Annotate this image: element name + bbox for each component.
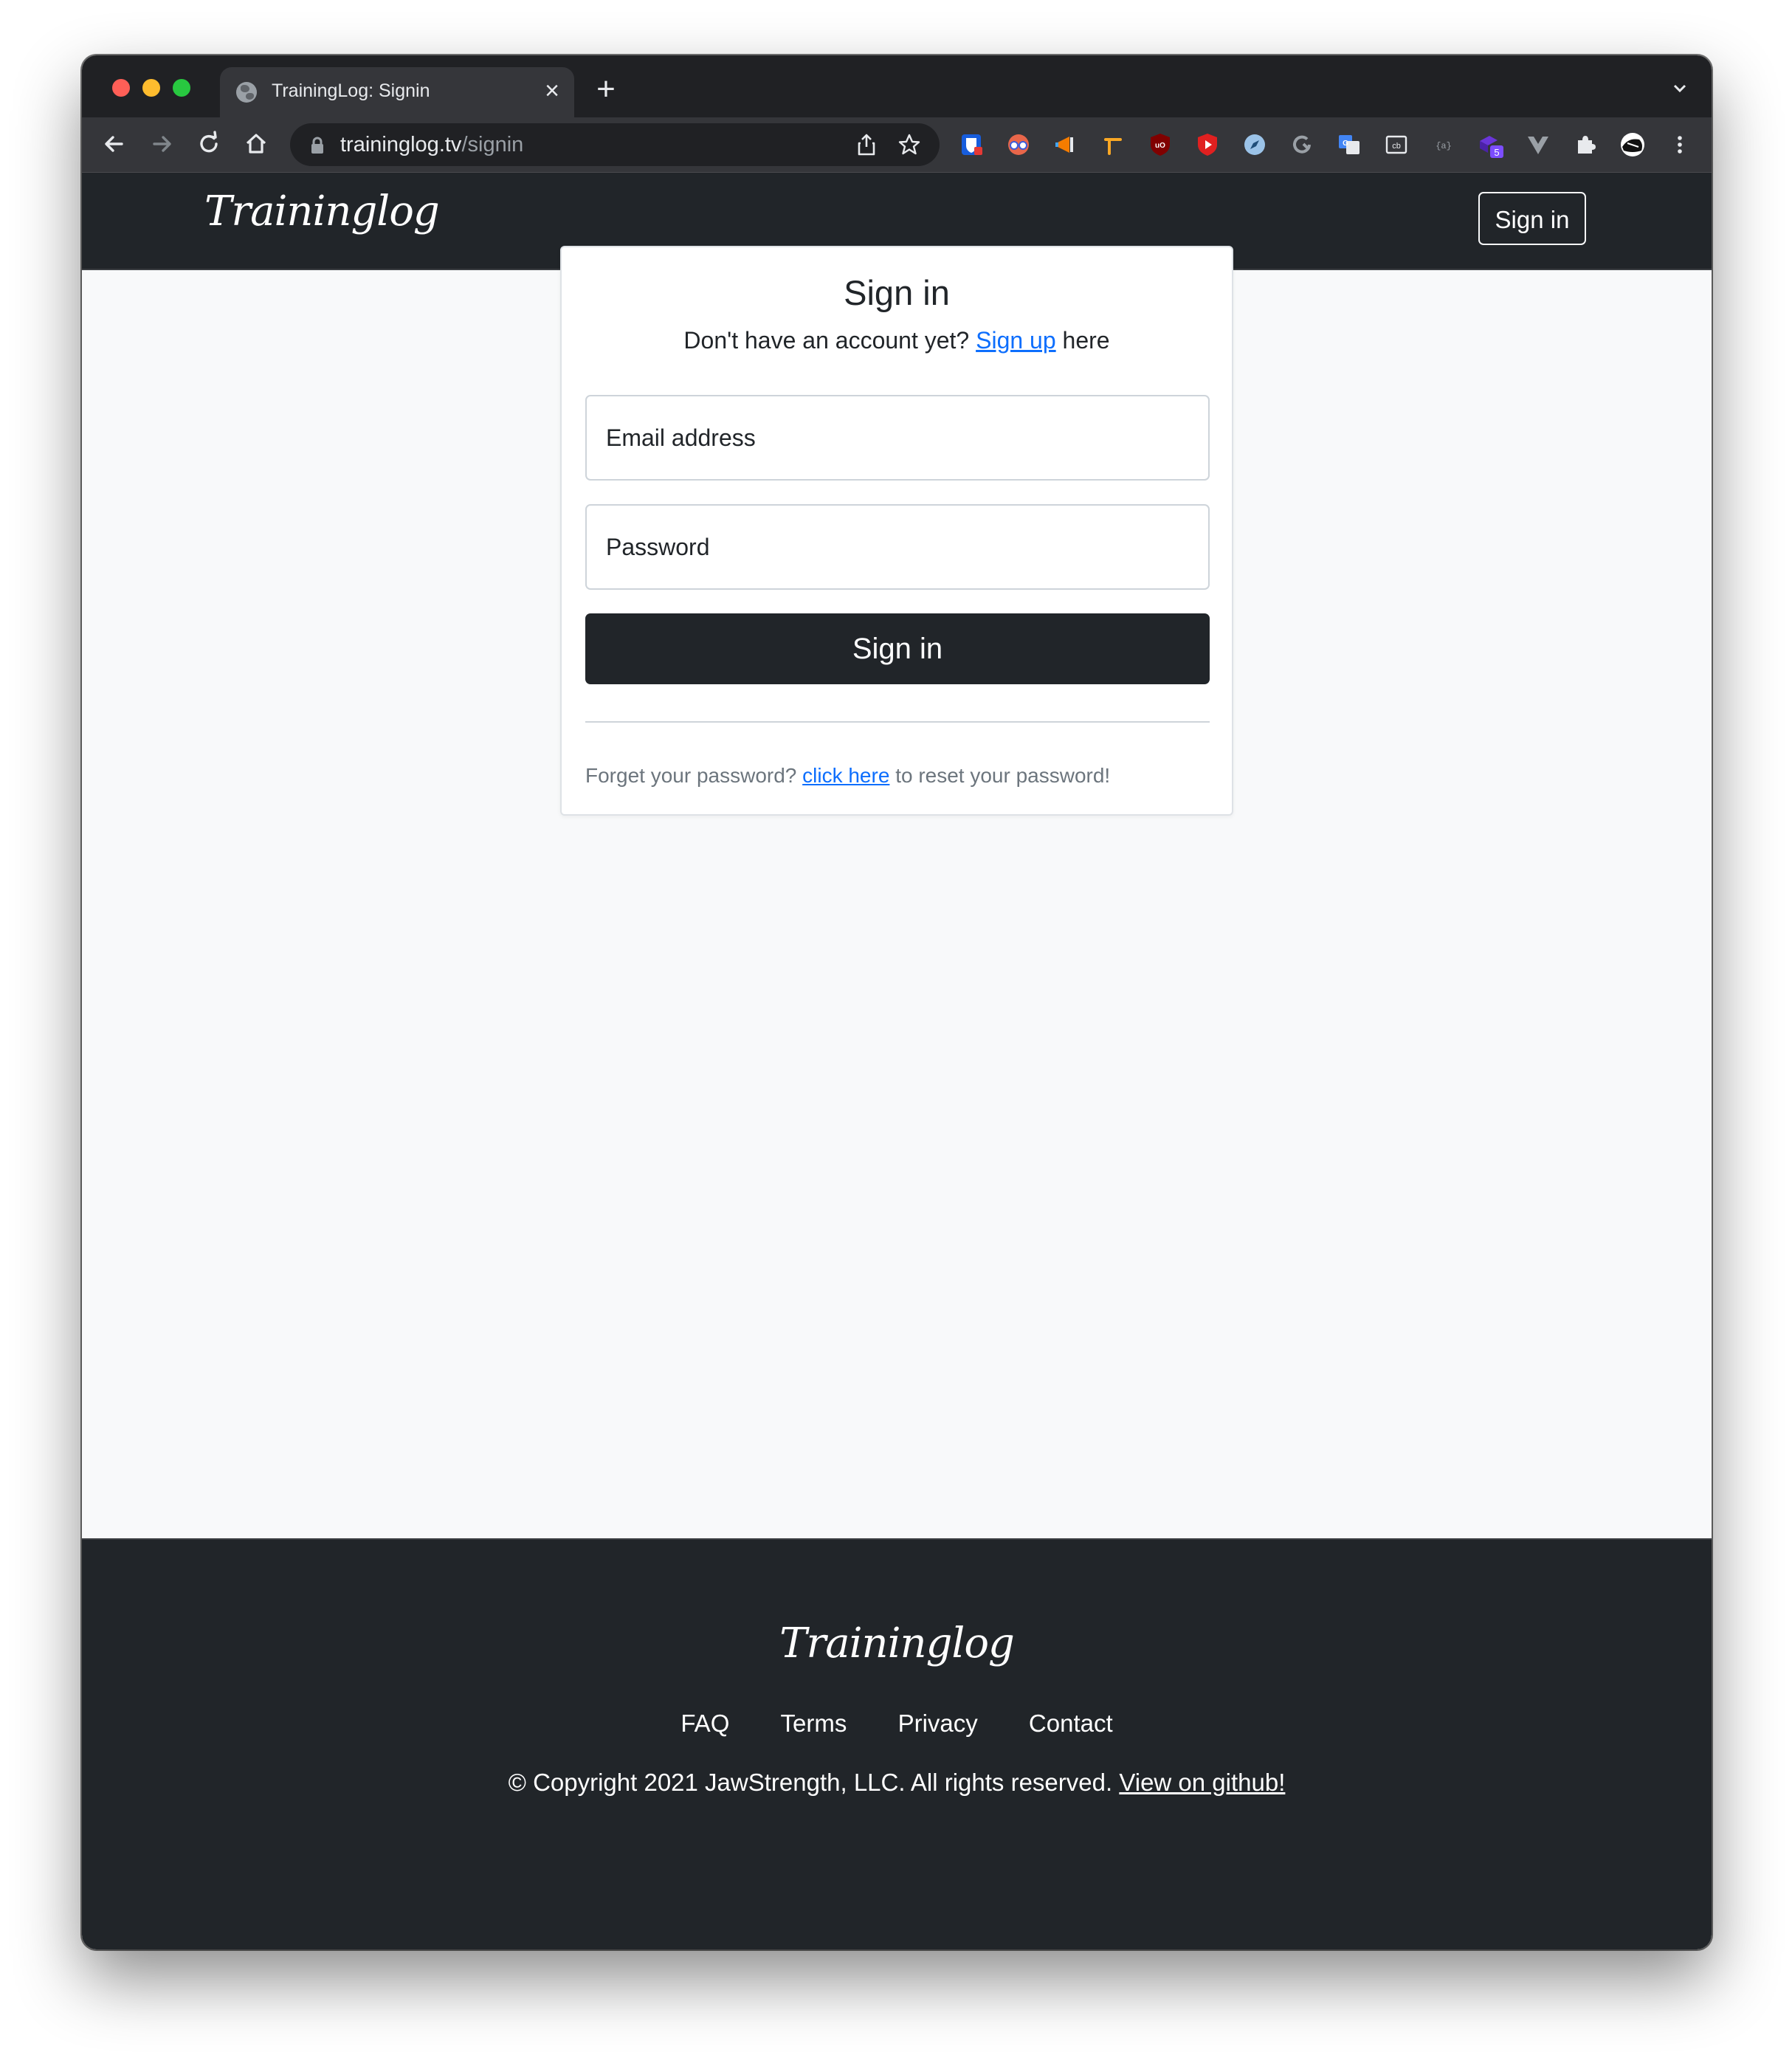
- globe-icon: [236, 82, 257, 103]
- signup-prompt-suffix: here: [1062, 327, 1110, 354]
- copyright-text: © Copyright 2021 JawStrength, LLC. All r…: [82, 1769, 1712, 1797]
- svg-text:{a}: {a}: [1436, 141, 1452, 151]
- svg-text:G: G: [1343, 140, 1348, 148]
- card-title: Sign in: [844, 273, 950, 312]
- browser-window: TrainingLog: Signin × + traininglog.tv/s…: [82, 55, 1712, 1949]
- bitwarden-extension-icon[interactable]: [957, 131, 985, 159]
- glasses-extension-icon[interactable]: [1004, 131, 1033, 159]
- new-tab-button[interactable]: +: [591, 73, 621, 106]
- address-bar[interactable]: traininglog.tv/signin: [290, 123, 940, 166]
- chrome-menu-icon[interactable]: [1666, 131, 1694, 159]
- forward-arrow-icon[interactable]: [147, 129, 176, 159]
- footer-link-terms[interactable]: Terms: [781, 1710, 847, 1738]
- share-icon[interactable]: [854, 132, 879, 157]
- ublock-origin-extension-icon[interactable]: uO: [1146, 131, 1174, 159]
- email-field[interactable]: Email address: [585, 395, 1210, 481]
- forgot-prefix: Forget your password?: [585, 764, 797, 787]
- forgot-suffix: to reset your password!: [895, 764, 1111, 787]
- home-icon[interactable]: [241, 129, 271, 159]
- cube-icon: 5: [1480, 136, 1503, 158]
- youtube-shield-extension-icon[interactable]: [1193, 131, 1221, 159]
- password-field[interactable]: Password: [585, 504, 1210, 590]
- footer-links: FAQ Terms Privacy Contact: [82, 1710, 1712, 1738]
- footer-link-faq[interactable]: FAQ: [680, 1710, 729, 1738]
- browser-toolbar: traininglog.tv/signin uO G cb {a} 5: [82, 117, 1712, 173]
- braces-extension-icon[interactable]: {a}: [1430, 131, 1458, 159]
- svg-text:uO: uO: [1155, 142, 1165, 150]
- brand-logo[interactable]: Traininglog: [204, 187, 440, 235]
- sign-in-card: Sign in Don't have an account yet? Sign …: [560, 246, 1233, 816]
- bookmark-star-icon[interactable]: [897, 132, 922, 157]
- extensions-puzzle-icon[interactable]: [1571, 131, 1599, 159]
- nav-sign-in-button[interactable]: Sign in: [1478, 192, 1586, 245]
- lock-icon[interactable]: [309, 137, 325, 154]
- tab-title: TrainingLog: Signin: [272, 80, 430, 101]
- github-link[interactable]: View on github!: [1119, 1769, 1285, 1796]
- forgot-password-text: Forget your password? click here to rese…: [585, 764, 1110, 788]
- reload-icon[interactable]: [194, 129, 224, 159]
- sign-up-link[interactable]: Sign up: [976, 327, 1056, 354]
- signup-prompt-text: Don't have an account yet?: [683, 327, 970, 354]
- minimize-window-button[interactable]: [142, 79, 160, 97]
- signup-prompt: Don't have an account yet? Sign up here: [562, 327, 1232, 354]
- url-text[interactable]: traininglog.tv/signin: [340, 133, 523, 157]
- tab-search-chevron-icon[interactable]: [1669, 78, 1691, 100]
- profile-avatar[interactable]: [1619, 131, 1647, 159]
- footer-brand-logo[interactable]: Traininglog: [82, 1619, 1712, 1667]
- megaphone-extension-icon[interactable]: [1052, 131, 1080, 159]
- sign-in-submit-button[interactable]: Sign in: [585, 613, 1210, 684]
- footer-link-privacy[interactable]: Privacy: [898, 1710, 978, 1738]
- pickaxe-extension-icon[interactable]: [1099, 131, 1127, 159]
- footer-link-contact[interactable]: Contact: [1029, 1710, 1113, 1738]
- extension-badge: 5: [1494, 147, 1499, 158]
- close-window-button[interactable]: [112, 79, 130, 97]
- reset-password-link[interactable]: click here: [802, 764, 889, 787]
- copyright-notice: © Copyright 2021 JawStrength, LLC. All r…: [508, 1769, 1113, 1796]
- google-translate-extension-icon[interactable]: G: [1335, 131, 1363, 159]
- close-tab-icon[interactable]: ×: [539, 78, 565, 104]
- page: Traininglog Sign in Sign in Don't have a…: [82, 173, 1712, 1949]
- site-footer: Traininglog FAQ Terms Privacy Contact © …: [82, 1538, 1712, 1949]
- vue-devtools-extension-icon[interactable]: [1524, 131, 1552, 159]
- refresh-extension-icon[interactable]: [1288, 131, 1316, 159]
- cube-extension-icon[interactable]: 5: [1477, 131, 1505, 159]
- password-placeholder: Password: [606, 534, 710, 560]
- svg-text:cb: cb: [1392, 142, 1401, 151]
- cb-extension-icon[interactable]: cb: [1382, 131, 1410, 159]
- maximize-window-button[interactable]: [173, 79, 190, 97]
- divider: [585, 721, 1210, 723]
- compass-extension-icon[interactable]: [1241, 131, 1269, 159]
- tab-strip: TrainingLog: Signin × +: [82, 55, 1712, 117]
- browser-tab[interactable]: TrainingLog: Signin ×: [220, 67, 574, 117]
- back-arrow-icon[interactable]: [100, 129, 129, 159]
- email-placeholder: Email address: [606, 424, 756, 451]
